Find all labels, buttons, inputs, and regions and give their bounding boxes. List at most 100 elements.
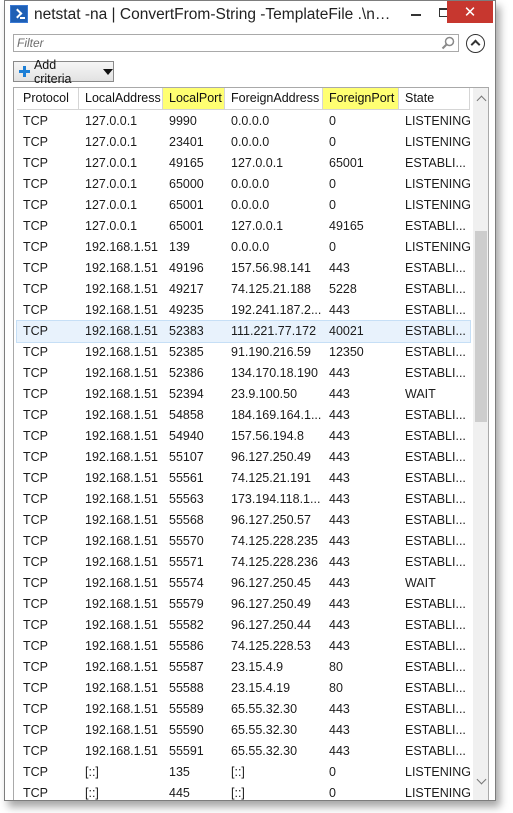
filter-input[interactable]	[14, 35, 434, 51]
minimize-button[interactable]	[402, 1, 430, 23]
table-cell: 52383	[169, 324, 204, 338]
table-row[interactable]: TCP 192.168.1.51 52386 134.170.18.190 443 EST…	[17, 363, 470, 384]
search-icon[interactable]	[441, 36, 455, 50]
table-row[interactable]: TCP 192.168.1.51 55107 96.127.250.49 443 ESTA…	[17, 447, 470, 468]
table-row[interactable]: TCP [::] 445 [::] 0 LISTENING	[17, 783, 470, 800]
table-row[interactable]: TCP 127.0.0.1 65000 0.0.0.0 0 LISTENING	[17, 174, 470, 195]
table-cell: 443	[329, 513, 350, 527]
table-row[interactable]: TCP 192.168.1.51 54940 157.56.194.8 443 ESTAB…	[17, 426, 470, 447]
table-cell: ESTABLI...	[405, 555, 466, 569]
table-cell: ESTABLI...	[405, 219, 466, 233]
table-cell: 91.190.216.59	[231, 345, 311, 359]
add-criteria-button[interactable]: Add criteria	[13, 58, 114, 86]
table-cell: TCP	[23, 198, 48, 212]
table-cell: 65001	[169, 198, 204, 212]
table-cell: 55582	[169, 618, 204, 632]
column-header-protocol[interactable]: Protocol	[17, 88, 79, 109]
table-row[interactable]: TCP 127.0.0.1 9990 0.0.0.0 0 LISTENING	[17, 111, 470, 132]
table-row[interactable]: TCP 192.168.1.51 55591 65.55.32.30 443 ESTABL…	[17, 741, 470, 762]
scroll-thumb[interactable]	[475, 231, 487, 422]
table-cell: 192.168.1.51	[85, 597, 158, 611]
table-cell: 127.0.0.1	[85, 114, 138, 128]
table-cell: 49165	[329, 219, 364, 233]
table-row[interactable]: TCP 192.168.1.51 55561 74.125.21.191 443 ESTA…	[17, 468, 470, 489]
table-cell: 192.168.1.51	[85, 723, 158, 737]
table-row[interactable]: TCP 192.168.1.51 54858 184.169.164.1... 443 E…	[17, 405, 470, 426]
table-cell: 443	[329, 429, 350, 443]
table-row[interactable]: TCP 127.0.0.1 65001 0.0.0.0 0 LISTENING	[17, 195, 470, 216]
table-row[interactable]: TCP 192.168.1.51 139 0.0.0.0 0 LISTENING	[17, 237, 470, 258]
table-row[interactable]: TCP 192.168.1.51 55568 96.127.250.57 443 ESTA…	[17, 510, 470, 531]
table-cell: TCP	[23, 597, 48, 611]
table-row[interactable]: TCP 192.168.1.51 55571 74.125.228.236 443 EST…	[17, 552, 470, 573]
table-row[interactable]: TCP [::] 135 [::] 0 LISTENING	[17, 762, 470, 783]
column-header-localport[interactable]: LocalPort	[163, 88, 225, 109]
table-cell: 443	[329, 702, 350, 716]
table-cell: TCP	[23, 639, 48, 653]
table-cell: TCP	[23, 702, 48, 716]
table-row[interactable]: TCP 127.0.0.1 23401 0.0.0.0 0 LISTENING	[17, 132, 470, 153]
table-cell: 192.168.1.51	[85, 681, 158, 695]
caret-down-icon	[103, 68, 113, 75]
table-cell: 55568	[169, 513, 204, 527]
table-cell: 55589	[169, 702, 204, 716]
table-row[interactable]: TCP 127.0.0.1 49165 127.0.0.1 65001 ESTABLI..…	[17, 153, 470, 174]
table-cell: 157.56.98.141	[231, 261, 311, 275]
table-row[interactable]: TCP 192.168.1.51 55563 173.194.118.1... 443 E…	[17, 489, 470, 510]
table-cell: 12350	[329, 345, 364, 359]
table-cell: 0.0.0.0	[231, 240, 270, 254]
table-row[interactable]: TCP 192.168.1.51 55574 96.127.250.45 443 WAIT	[17, 573, 470, 594]
table-row[interactable]: TCP 192.168.1.51 52383 111.221.77.172 40021 E…	[16, 320, 471, 343]
column-header-foreignport[interactable]: ForeignPort	[323, 88, 399, 109]
table-cell: 49217	[169, 282, 204, 296]
column-header-foreignaddress[interactable]: ForeignAddress	[225, 88, 323, 109]
table-row[interactable]: TCP 192.168.1.51 55587 23.15.4.9 80 ESTABLI..…	[17, 657, 470, 678]
table-cell: [::]	[85, 786, 99, 800]
title-bar[interactable]: netstat -na | ConvertFrom-String -Templa…	[5, 1, 495, 28]
collapse-chevron-up-icon[interactable]	[466, 34, 485, 53]
close-button[interactable]: ✕	[447, 1, 493, 23]
table-row[interactable]: TCP 127.0.0.1 65001 127.0.0.1 49165 ESTABLI..…	[17, 216, 470, 237]
table-row[interactable]: TCP 192.168.1.51 55590 65.55.32.30 443 ESTABL…	[17, 720, 470, 741]
table-cell: 192.168.1.51	[85, 429, 158, 443]
scroll-up-icon[interactable]	[476, 94, 486, 104]
table-cell: 127.0.0.1	[231, 156, 284, 170]
table-cell: 443	[329, 303, 350, 317]
table-cell: 0.0.0.0	[231, 135, 270, 149]
column-header-state[interactable]: State	[399, 88, 470, 109]
table-cell: 443	[329, 492, 350, 506]
table-cell: 55563	[169, 492, 204, 506]
column-header-localaddress[interactable]: LocalAddress	[79, 88, 163, 109]
table-row[interactable]: TCP 192.168.1.51 55579 96.127.250.49 443 ESTA…	[17, 594, 470, 615]
table-row[interactable]: TCP 192.168.1.51 55588 23.15.4.19 80 ESTABLI.…	[17, 678, 470, 699]
table-cell: TCP	[23, 240, 48, 254]
table-cell: ESTABLI...	[405, 324, 466, 338]
table-cell: TCP	[23, 219, 48, 233]
table-row[interactable]: TCP 192.168.1.51 55586 74.125.228.53 443 ESTA…	[17, 636, 470, 657]
table-row[interactable]: TCP 192.168.1.51 49235 192.241.187.2... 443 E…	[17, 300, 470, 321]
table-row[interactable]: TCP 192.168.1.51 49196 157.56.98.141 443 ESTA…	[17, 258, 470, 279]
table-cell: WAIT	[405, 576, 436, 590]
table-cell: 9990	[169, 114, 197, 128]
table-cell: 192.168.1.51	[85, 513, 158, 527]
table-cell: 74.125.21.191	[231, 471, 311, 485]
table-row[interactable]: TCP 192.168.1.51 49217 74.125.21.188 5228 EST…	[17, 279, 470, 300]
table-row[interactable]: TCP 192.168.1.51 55582 96.127.250.44 443 ESTA…	[17, 615, 470, 636]
table-cell: TCP	[23, 303, 48, 317]
table-cell: 157.56.194.8	[231, 429, 304, 443]
table-cell: 96.127.250.44	[231, 618, 311, 632]
table-cell: 192.168.1.51	[85, 576, 158, 590]
table-cell: 65.55.32.30	[231, 723, 298, 737]
table-cell: 443	[329, 408, 350, 422]
table-cell: 192.168.1.51	[85, 408, 158, 422]
table-cell: 127.0.0.1	[85, 156, 138, 170]
table-row[interactable]: TCP 192.168.1.51 55589 65.55.32.30 443 ESTABL…	[17, 699, 470, 720]
table-cell: ESTABLI...	[405, 471, 466, 485]
vertical-scrollbar[interactable]	[473, 88, 488, 800]
table-row[interactable]: TCP 192.168.1.51 52394 23.9.100.50 443 WAIT	[17, 384, 470, 405]
table-cell: 192.168.1.51	[85, 660, 158, 674]
table-row[interactable]: TCP 192.168.1.51 52385 91.190.216.59 12350 ES…	[17, 342, 470, 363]
scroll-down-icon[interactable]	[476, 776, 486, 786]
filter-box	[13, 34, 459, 52]
table-row[interactable]: TCP 192.168.1.51 55570 74.125.228.235 443 EST…	[17, 531, 470, 552]
